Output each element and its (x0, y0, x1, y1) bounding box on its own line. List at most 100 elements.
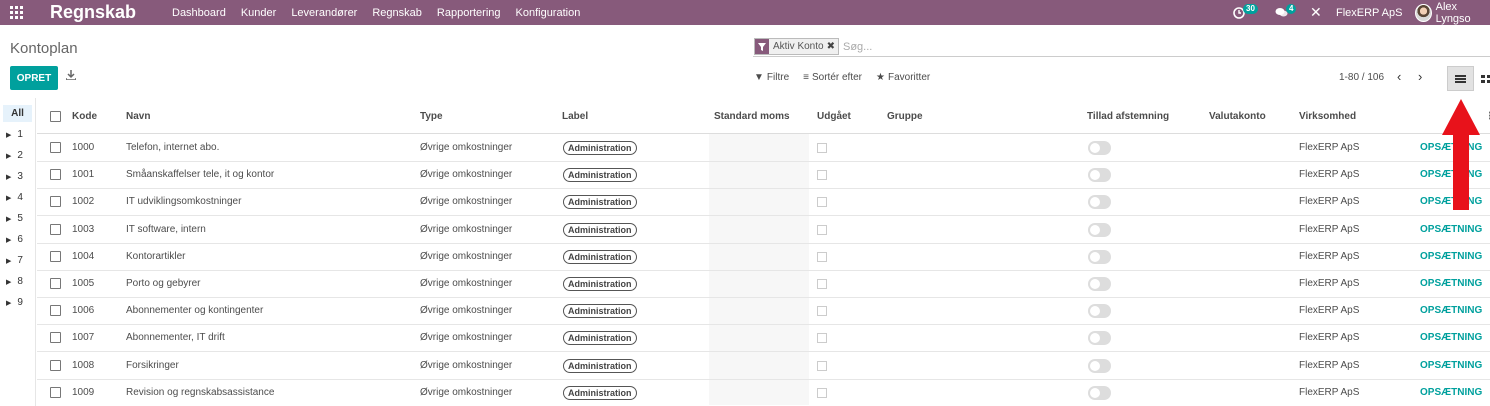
row-checkbox[interactable] (50, 278, 61, 289)
cell-code: 1006 (72, 305, 95, 317)
reconcile-toggle[interactable] (1088, 385, 1111, 400)
menu-item-leverandorer[interactable]: Leverandører (291, 7, 357, 19)
create-button[interactable]: OPRET (10, 66, 58, 90)
row-checkbox[interactable] (50, 386, 61, 398)
pager-value[interactable]: 1-80 / 106 (1339, 72, 1384, 83)
reconcile-toggle[interactable] (1088, 304, 1111, 319)
menu-item-rapportering[interactable]: Rapportering (437, 7, 501, 19)
row-checkbox[interactable] (50, 305, 61, 317)
header-gruppe[interactable]: Gruppe (887, 111, 923, 122)
table-row[interactable]: 1003 IT software, intern Øvrige omkostning… (37, 217, 1490, 244)
table-row[interactable]: 1008 Forsikringer Øvrige omkostninger Admin… (37, 353, 1490, 380)
select-all-checkbox[interactable] (50, 111, 61, 122)
activity-menu[interactable]: 30 (1233, 0, 1258, 25)
avatar (1415, 3, 1432, 22)
chevron-right-icon[interactable]: › (1418, 69, 1422, 84)
facet-remove-icon[interactable]: ✖ (827, 41, 838, 52)
filter-icon: ▼ (754, 72, 764, 83)
setup-button[interactable]: OPSÆTNING (1420, 305, 1482, 316)
row-checkbox[interactable] (50, 223, 61, 235)
sidebar-item-3[interactable]: ▶ 3 (6, 171, 23, 182)
row-checkbox[interactable] (50, 359, 61, 371)
header-standard-moms[interactable]: Standard moms (714, 111, 790, 122)
activity-count-badge: 30 (1243, 3, 1258, 14)
cell-type: Øvrige omkostninger (420, 196, 513, 208)
reconcile-toggle[interactable] (1088, 168, 1111, 183)
reconcile-toggle[interactable] (1088, 331, 1111, 346)
user-menu[interactable]: Alex Lyngso (1415, 0, 1490, 25)
header-udgaaet[interactable]: Udgået (817, 111, 851, 122)
reconcile-toggle[interactable] (1088, 249, 1111, 264)
label-tag: Administration (563, 141, 637, 155)
table-row[interactable]: 1002 IT udviklingsomkostninger Øvrige omko… (37, 189, 1490, 217)
header-type[interactable]: Type (420, 111, 443, 122)
sidebar-item-5[interactable]: ▶ 5 (6, 213, 23, 224)
sidebar-item-2[interactable]: ▶ 2 (6, 150, 23, 161)
user-name: Alex Lyngso (1435, 0, 1471, 25)
reconcile-toggle[interactable] (1088, 141, 1111, 155)
menu-item-konfiguration[interactable]: Konfiguration (516, 7, 581, 19)
filters-button[interactable]: ▼ Filtre (754, 72, 789, 83)
header-valutakonto[interactable]: Valutakonto (1209, 111, 1266, 122)
messaging-menu[interactable]: 4 (1275, 0, 1297, 25)
table-row[interactable]: 1001 Småanskaffelser tele, it og kontor Øv… (37, 162, 1490, 190)
header-kode[interactable]: Kode (72, 111, 97, 122)
download-icon[interactable] (65, 70, 77, 83)
setup-button[interactable]: OPSÆTNING (1420, 278, 1482, 289)
menu-item-kunder[interactable]: Kunder (241, 7, 276, 19)
app-brand[interactable]: Regnskab (50, 2, 136, 23)
debug-tools-icon[interactable]: ✕ (1310, 0, 1322, 25)
caret-right-icon: ▶ (6, 215, 12, 223)
setup-button[interactable]: OPSÆTNING (1420, 360, 1482, 371)
menu-item-regnskab[interactable]: Regnskab (372, 7, 422, 19)
apps-menu-icon[interactable] (10, 6, 24, 19)
table-row[interactable]: 1004 Kontorartikler Øvrige omkostninger Adm… (37, 244, 1490, 271)
table-row[interactable]: 1006 Abonnementer og kontingenter Øvrige o… (37, 298, 1490, 326)
sidebar-item-9[interactable]: ▶ 9 (6, 297, 23, 308)
search-options: ▼ Filtre ≡ Sortér efter ★ Favoritter (754, 72, 944, 83)
setup-button[interactable]: OPSÆTNING (1420, 387, 1482, 398)
table-row[interactable]: 1009 Revision og regnskabsassistance Øvrig… (37, 380, 1490, 406)
reconcile-toggle[interactable] (1088, 195, 1111, 210)
company-switcher[interactable]: FlexERP ApS (1336, 0, 1402, 25)
table-row[interactable]: 1005 Porto og gebyrer Øvrige omkostninger A… (37, 271, 1490, 298)
column-options-icon[interactable]: ⋮ (1485, 111, 1490, 122)
header-virksomhed[interactable]: Virksomhed (1299, 111, 1356, 122)
facet-label: Aktiv Konto (773, 41, 824, 52)
header-navn[interactable]: Navn (126, 111, 150, 122)
sidebar-item-8[interactable]: ▶ 8 (6, 276, 23, 287)
label-tag: Administration (563, 304, 637, 319)
row-checkbox[interactable] (50, 250, 61, 262)
setup-button[interactable]: OPSÆTNING (1420, 224, 1482, 235)
table-row[interactable]: 1007 Abonnementer, IT drift Øvrige omkostn… (37, 325, 1490, 353)
reconcile-toggle[interactable] (1088, 277, 1111, 291)
kanban-view-button[interactable] (1476, 66, 1490, 91)
header-tillad-afstemning[interactable]: Tillad afstemning (1087, 111, 1169, 122)
bars-icon: ≡ (803, 72, 809, 83)
menu-item-dashboard[interactable]: Dashboard (172, 7, 226, 19)
row-checkbox[interactable] (50, 332, 61, 344)
row-checkbox[interactable] (50, 169, 61, 181)
list-view-button[interactable] (1447, 66, 1474, 91)
setup-button[interactable]: OPSÆTNING (1420, 251, 1482, 262)
favorites-button[interactable]: ★ Favoritter (876, 72, 930, 83)
sidebar-item-6[interactable]: ▶ 6 (6, 234, 23, 245)
row-checkbox[interactable] (50, 142, 61, 153)
cell-code: 1001 (72, 169, 95, 181)
sidebar-item-1[interactable]: ▶ 1 (6, 129, 23, 140)
header-label[interactable]: Label (562, 111, 588, 122)
star-icon: ★ (876, 72, 885, 83)
sidebar-item-7[interactable]: ▶ 7 (6, 255, 23, 266)
sidebar-item-4[interactable]: ▶ 4 (6, 192, 23, 203)
cell-code: 1002 (72, 196, 95, 208)
cell-name: Revision og regnskabsassistance (126, 386, 275, 398)
sort-button[interactable]: ≡ Sortér efter (803, 72, 862, 83)
search-input[interactable] (842, 40, 1443, 53)
sidebar-item-all[interactable]: All (3, 105, 32, 122)
setup-button[interactable]: OPSÆTNING (1420, 332, 1482, 343)
table-row[interactable]: 1000 Telefon, internet abo. Øvrige omkostn… (37, 135, 1490, 162)
reconcile-toggle[interactable] (1088, 358, 1111, 373)
reconcile-toggle[interactable] (1088, 222, 1111, 237)
chevron-left-icon[interactable]: ‹ (1397, 69, 1401, 84)
row-checkbox[interactable] (50, 196, 61, 208)
